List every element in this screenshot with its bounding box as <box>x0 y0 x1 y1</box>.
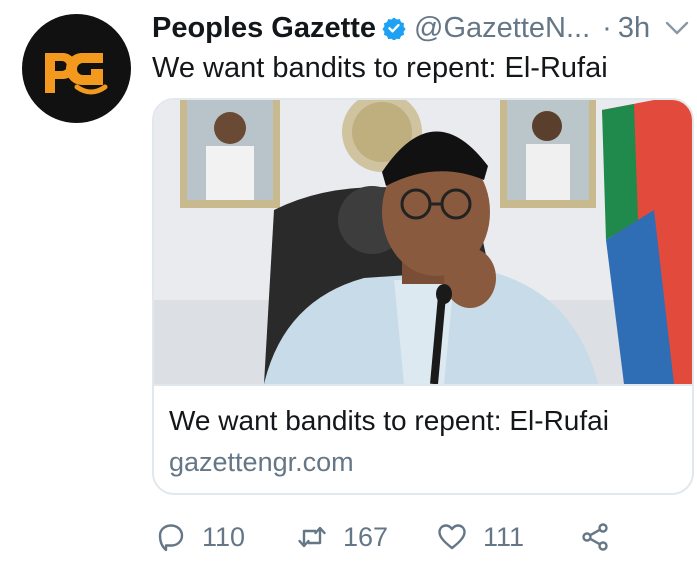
like-count: 111 <box>483 521 525 552</box>
peoples-gazette-logo-icon <box>44 52 107 94</box>
tweet-actions: 110 167 111 <box>152 515 697 559</box>
card-domain[interactable]: gazettengr.com <box>169 446 354 478</box>
author-avatar[interactable] <box>22 14 131 123</box>
separator-dot: · <box>602 12 612 44</box>
reply-button[interactable]: 110 <box>156 515 245 559</box>
retweet-icon <box>298 526 326 548</box>
share-icon <box>582 523 608 551</box>
chevron-down-icon[interactable] <box>664 18 690 38</box>
tweet-timestamp[interactable]: 3h <box>618 10 650 46</box>
reply-count: 110 <box>202 521 246 552</box>
tweet-header: Peoples Gazette @GazetteN... · 3h <box>152 10 650 46</box>
retweet-button[interactable]: 167 <box>297 515 388 559</box>
like-button[interactable]: 111 <box>437 515 524 559</box>
share-button[interactable] <box>580 515 610 559</box>
card-image[interactable] <box>154 100 694 386</box>
link-card[interactable]: We want bandits to repent: El-Rufai gaze… <box>152 98 694 495</box>
card-title[interactable]: We want bandits to repent: El-Rufai <box>169 404 609 438</box>
author-handle[interactable]: @GazetteN... <box>414 10 590 46</box>
retweet-count: 167 <box>343 521 389 552</box>
tweet[interactable]: Peoples Gazette @GazetteN... · 3h We wan… <box>0 0 697 573</box>
tweet-text: We want bandits to repent: El-Rufai <box>152 52 608 84</box>
reply-icon <box>158 524 184 552</box>
author-name[interactable]: Peoples Gazette <box>152 10 376 46</box>
heart-icon <box>438 524 466 550</box>
verified-badge-icon <box>382 17 406 40</box>
